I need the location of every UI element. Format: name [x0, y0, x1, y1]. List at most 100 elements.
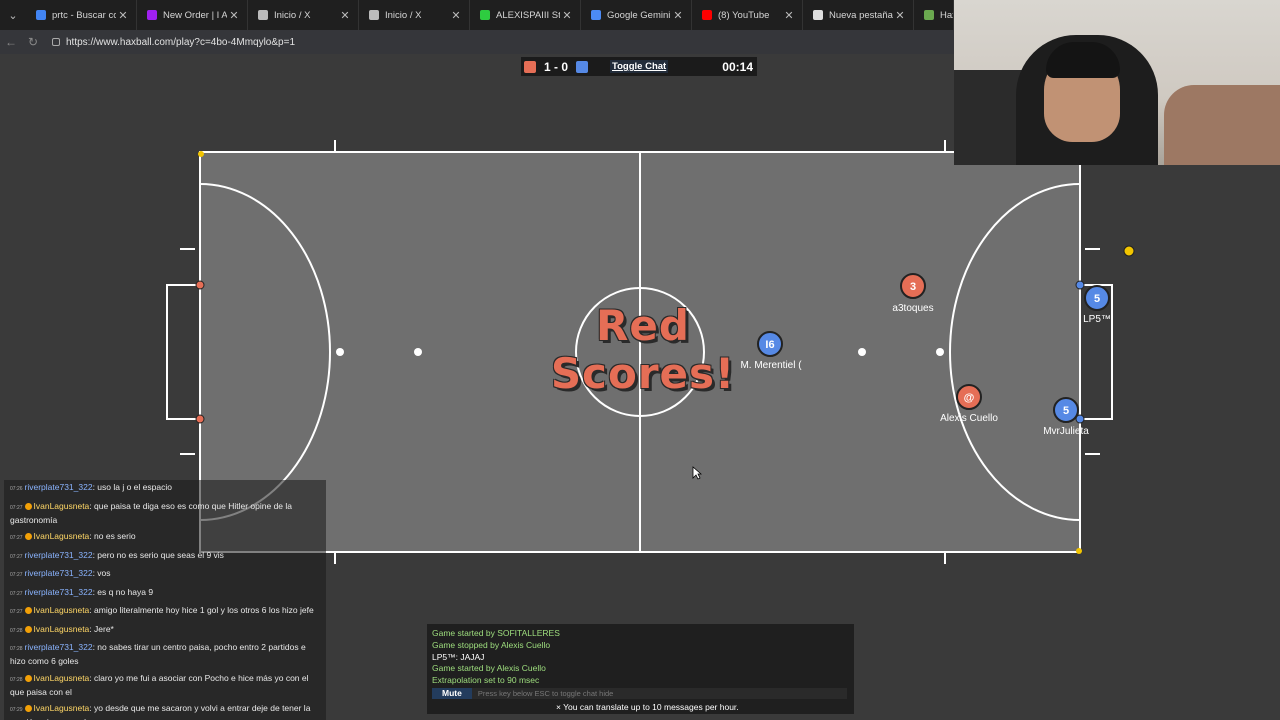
player-name: LP5™: [1083, 314, 1111, 325]
tab-close-icon[interactable]: ✕: [893, 9, 907, 22]
chat-username[interactable]: riverplate731_322: [25, 587, 93, 597]
chat-username[interactable]: riverplate731_322: [25, 482, 93, 492]
score: 1 - 0: [544, 59, 569, 74]
penalty-spot: [336, 348, 344, 356]
chat-username[interactable]: IvanLagusneta: [34, 605, 90, 615]
subscriber-badge-icon: [24, 705, 32, 713]
game-log-line: Game started by SOFITALLERES: [432, 628, 560, 638]
penalty-spot: [414, 348, 422, 356]
player-name: a3toques: [892, 303, 934, 314]
player-name: Alexis Cuello: [940, 413, 998, 424]
chat-timestamp: 07:28: [10, 676, 23, 683]
goal-announcement: Red Scores!: [538, 302, 748, 398]
chat-username[interactable]: riverplate731_322: [25, 550, 93, 560]
player-number: I6: [765, 339, 774, 351]
goal-announcement-line1: Red: [596, 301, 690, 350]
tab-title: Google Gemini: [607, 9, 671, 21]
webcam-person-hair: [1046, 42, 1120, 78]
tab-search-icon[interactable]: ⌄: [0, 0, 26, 30]
chat-message: 07:28 riverplate731_322: no sabes tirar u…: [4, 640, 326, 668]
tab-close-icon[interactable]: ✕: [227, 9, 241, 22]
tab-close-icon[interactable]: ✕: [338, 9, 352, 22]
chat-input[interactable]: Press key below ESC to toggle chat hide: [478, 689, 614, 698]
chat-timestamp: 07:27: [10, 553, 23, 560]
game-timer: 00:14: [722, 59, 753, 74]
chat-message: 07:27 IvanLagusneta: amigo literalmente h…: [4, 603, 326, 619]
tab-close-icon[interactable]: ✕: [782, 9, 796, 22]
game-log-line: LP5™: JAJAJ: [432, 651, 485, 662]
tab-favicon-icon: [924, 10, 934, 20]
scoreboard: 1 - 0 Toggle Chat 00:14: [521, 57, 757, 76]
tab-close-icon[interactable]: ✕: [671, 9, 685, 22]
chat-username[interactable]: riverplate731_322: [25, 642, 93, 652]
chat-message: 07:27 riverplate731_322: pero no es serio…: [4, 548, 326, 564]
chat-text: : Jere*: [89, 623, 114, 634]
tab-title: (8) YouTube: [718, 9, 770, 21]
webcam-background: [954, 70, 1024, 165]
tab-title: Nueva pestaña: [829, 9, 893, 21]
chat-text: : no es serio: [89, 531, 136, 541]
chat-username[interactable]: IvanLagusneta: [34, 703, 90, 713]
browser-tab[interactable]: Google Gemini ✕: [581, 0, 692, 30]
player-disc-alexis-cuello: @: [956, 384, 982, 410]
penalty-spot: [858, 348, 866, 356]
player-number: 5: [1063, 405, 1069, 417]
mute-button[interactable]: Mute: [432, 688, 472, 699]
url-text: https://www.haxball.com/play?c=4bo-4Mmqy…: [66, 36, 296, 48]
chat-text: : vos: [92, 568, 111, 578]
tab-close-icon[interactable]: ✕: [449, 9, 463, 22]
tab-close-icon[interactable]: ✕: [116, 9, 130, 22]
player-disc-m-merentiel: I6: [757, 331, 783, 357]
chat-text: : uso la j o el espacio: [92, 482, 172, 492]
chat-username[interactable]: IvanLagusneta: [34, 624, 90, 634]
player-number: @: [964, 392, 975, 404]
left-goal: [166, 284, 200, 420]
chat-username[interactable]: IvanLagusneta: [34, 673, 90, 683]
browser-tab[interactable]: Nueva pestaña ✕: [803, 0, 914, 30]
game-chat-log: Game started by SOFITALLERES Game stopped…: [427, 624, 854, 714]
chat-timestamp: 07:27: [10, 504, 23, 511]
url-field[interactable]: https://www.haxball.com/play?c=4bo-4Mmqy…: [52, 37, 295, 48]
browser-tab[interactable]: Inicio / X ✕: [359, 0, 470, 30]
game-log-line: Extrapolation set to 90 msec: [432, 675, 540, 686]
player-name: M. Merentiel (: [740, 360, 802, 371]
chat-timestamp: 07:27: [10, 590, 23, 597]
chat-message: 07:28 IvanLagusneta: Jere*: [4, 622, 326, 638]
tab-title: Inicio / X: [385, 9, 422, 21]
chat-text: : pero no es serio que seas el 9 vis: [92, 549, 224, 560]
browser-tab[interactable]: Inicio / X ✕: [248, 0, 359, 30]
tab-title: prtc - Buscar con Go: [52, 9, 116, 21]
left-goal-post-top: [195, 280, 205, 290]
chat-message: 07:26 riverplate731_322: uso la j o el es…: [4, 480, 326, 496]
player-number: 3: [910, 281, 916, 293]
tab-title: Haxba: [940, 9, 953, 21]
toggle-chat-button[interactable]: Toggle Chat: [610, 60, 669, 73]
right-goal-post-top: [1075, 280, 1085, 290]
chat-timestamp: 07:29: [10, 707, 23, 713]
browser-tab[interactable]: New Order | I Am Pr✕: [137, 0, 248, 30]
corner-marker: [1076, 548, 1082, 554]
stream-chat: 07:26 riverplate731_322: uso la j o el es…: [4, 480, 326, 720]
browser-tab[interactable]: ALEXISPAIII Stream✕: [470, 0, 581, 30]
chat-username[interactable]: IvanLagusneta: [34, 501, 90, 511]
browser-tab[interactable]: prtc - Buscar con Go✕: [26, 0, 137, 30]
penalty-spot: [936, 348, 944, 356]
tab-favicon-icon: [591, 10, 601, 20]
chat-username[interactable]: riverplate731_322: [25, 568, 93, 578]
tab-close-icon[interactable]: ✕: [560, 9, 574, 22]
corner-marker: [198, 151, 204, 157]
browser-tab[interactable]: Haxba: [914, 0, 954, 30]
back-icon[interactable]: ←: [0, 30, 22, 54]
goal-announcement-line2: Scores!: [550, 349, 736, 398]
tab-favicon-icon: [147, 10, 157, 20]
tab-favicon-icon: [36, 10, 46, 20]
chat-timestamp: 07:27: [10, 609, 23, 615]
browser-tab[interactable]: (8) YouTube ✕: [692, 0, 803, 30]
site-info-icon[interactable]: [52, 38, 60, 46]
player-name: MvrJulieta: [1043, 426, 1089, 437]
chat-username[interactable]: IvanLagusneta: [34, 531, 90, 541]
tab-title: Inicio / X: [274, 9, 311, 21]
reload-icon[interactable]: ↻: [22, 30, 44, 54]
player-disc-mvrjulieta: 5: [1053, 397, 1079, 423]
ball: [1123, 245, 1135, 257]
